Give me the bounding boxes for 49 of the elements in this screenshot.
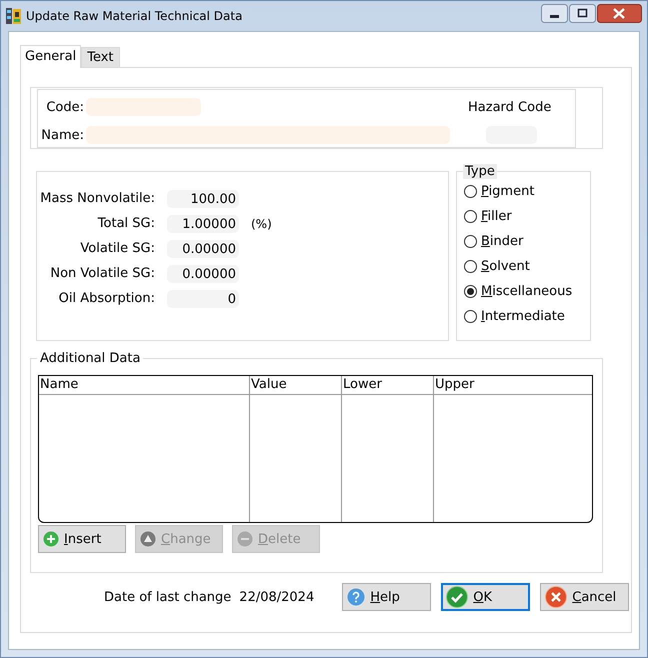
radio-button[interactable] (464, 285, 477, 298)
field-label: Name: (40, 128, 84, 142)
radio-label: Solvent (481, 259, 530, 274)
field-label: Mass Nonvolatile: (40, 191, 155, 206)
field-label: Non Volatile SG: (50, 266, 155, 281)
close-button[interactable] (597, 4, 642, 22)
field-label: Hazard Code (468, 100, 552, 114)
plus-icon (43, 531, 59, 547)
date-label: Date of last change (104, 590, 232, 604)
dialog-button[interactable]: Cancel (540, 583, 630, 611)
column-header: Upper (435, 377, 474, 392)
radio-label: Pigment (481, 184, 534, 199)
field-label: Oil Absorption: (58, 291, 155, 306)
value-field[interactable]: 1.00000 (167, 214, 239, 232)
radio-button[interactable] (464, 310, 477, 323)
value-field[interactable]: 0.00000 (167, 240, 239, 258)
radio-button[interactable] (464, 210, 477, 223)
value-field[interactable]: 0.00000 (167, 264, 239, 282)
tab[interactable]: General (20, 45, 82, 68)
radio-label: Filler (481, 209, 512, 224)
dialog-button[interactable]: Help (342, 583, 432, 611)
radio-label: Binder (481, 234, 524, 249)
field-label: Volatile SG: (80, 241, 155, 256)
radio-button[interactable] (464, 235, 477, 248)
tab[interactable]: Text (81, 47, 120, 67)
action-button[interactable]: Insert (38, 525, 126, 553)
radio-label: Miscellaneous (481, 284, 572, 299)
field-label: Code: (45, 100, 84, 114)
field-label: Total SG: (98, 216, 155, 231)
value-field[interactable]: 0 (167, 290, 239, 308)
window-title: Update Raw Material Technical Data (26, 9, 242, 23)
date-value: 22/08/2024 (239, 590, 314, 604)
group-title: Type (463, 164, 497, 179)
column-header: Name (40, 377, 78, 392)
dialog-button[interactable]: OK (441, 583, 530, 611)
radio-button[interactable] (464, 185, 477, 198)
help-icon (347, 588, 366, 606)
minus-icon (237, 531, 253, 547)
unit-label: (%) (251, 216, 273, 230)
column-header: Lower (343, 377, 382, 392)
maximize-button[interactable] (569, 4, 596, 22)
minimize-button[interactable] (541, 4, 568, 22)
radio-button[interactable] (464, 260, 477, 273)
column-header: Value (251, 377, 287, 392)
checkmark-icon (446, 586, 468, 608)
radio-label: Intermediate (481, 309, 565, 324)
cancel-icon (545, 586, 568, 608)
app-icon (6, 7, 22, 25)
value-field[interactable]: 100.00 (167, 190, 239, 208)
